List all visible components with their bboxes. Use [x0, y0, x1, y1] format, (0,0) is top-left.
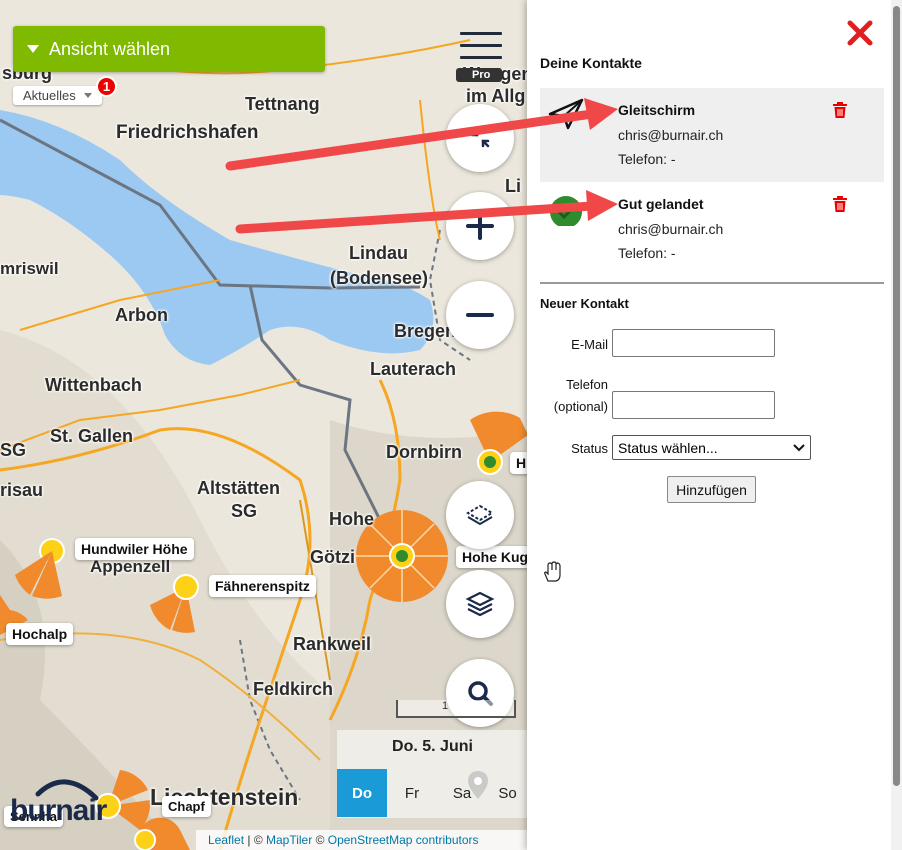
- spot-label[interactable]: H: [510, 452, 528, 474]
- osm-link[interactable]: OpenStreetMap contributors: [328, 833, 479, 847]
- spot-label[interactable]: Hundwiler Höhe: [75, 538, 194, 560]
- notification-badge: 1: [96, 76, 117, 97]
- terrain-layer-icon: [466, 504, 494, 526]
- location-pin-icon: [468, 771, 488, 799]
- place-label: SG: [231, 501, 258, 521]
- status-label: Status: [571, 441, 608, 456]
- contact-name: Gleitschirm: [618, 102, 696, 118]
- new-contact-title: Neuer Kontakt: [540, 296, 629, 311]
- landed-check-icon: [550, 196, 582, 226]
- layers-button[interactable]: [446, 570, 514, 638]
- phone-field[interactable]: [612, 391, 775, 419]
- caret-down-icon: [27, 45, 39, 53]
- minus-icon: [466, 313, 494, 317]
- scrollbar-thumb[interactable]: [893, 6, 900, 786]
- status-select-value: Status wählen...: [618, 439, 718, 456]
- spot-label[interactable]: Hohe Kug: [456, 546, 528, 568]
- zoom-out-button[interactable]: [446, 281, 514, 349]
- place-label: Friedrichshafen: [116, 122, 259, 143]
- place-label: Altstätten: [197, 478, 281, 498]
- email-label: E-Mail: [571, 337, 608, 352]
- caret-down-icon: [83, 93, 92, 98]
- place-label: mriswil: [0, 259, 59, 278]
- place-label: Appenzell: [90, 557, 171, 576]
- plus-icon: [466, 212, 494, 240]
- day-tab-thursday[interactable]: Do: [337, 769, 387, 817]
- place-label: Feldkirch: [253, 679, 334, 699]
- attribution-separator: | ©: [244, 833, 266, 847]
- burnair-logo: burnair: [10, 772, 130, 832]
- hand-cursor-icon: [544, 561, 561, 582]
- map-scale: 1: [396, 700, 516, 718]
- spot-label[interactable]: Chapf: [162, 796, 211, 817]
- collapse-arrows-icon: [470, 128, 490, 148]
- leaflet-link[interactable]: Leaflet: [208, 833, 244, 847]
- date-title: Do. 5. Juni: [392, 738, 473, 755]
- layer-3d-button[interactable]: [446, 481, 514, 549]
- time-select-label: Aktuelles: [23, 88, 76, 103]
- phone-label: Telefon: [566, 377, 608, 392]
- place-label: Wittenbach: [45, 375, 142, 395]
- contact-item[interactable]: Gleitschirm chris@burnair.ch Telefon: -: [540, 88, 884, 182]
- time-select[interactable]: Aktuelles: [13, 86, 102, 105]
- pro-badge: Pro: [456, 68, 503, 82]
- maptiler-link[interactable]: MapTiler: [266, 833, 312, 847]
- trash-icon[interactable]: [833, 196, 847, 212]
- attribution-separator: ©: [312, 833, 328, 847]
- phone-optional-label: (optional): [553, 399, 608, 414]
- divider: [540, 282, 884, 284]
- fullscreen-button[interactable]: [446, 104, 514, 172]
- contact-item[interactable]: Gut gelandet chris@burnair.ch Telefon: -: [540, 182, 884, 276]
- layers-icon: [465, 591, 495, 617]
- panel-title: Deine Kontakte: [540, 55, 642, 71]
- view-select-button[interactable]: Ansicht wählen: [13, 26, 325, 72]
- place-label: (Bodensee): [330, 268, 429, 288]
- add-contact-button[interactable]: Hinzufügen: [667, 476, 756, 503]
- place-label: Tettnang: [245, 94, 320, 114]
- place-label: Götzi: [310, 547, 355, 567]
- trash-icon[interactable]: [833, 102, 847, 118]
- day-tab-friday[interactable]: Fr: [387, 769, 437, 817]
- contact-phone: Telefon: -: [618, 245, 676, 261]
- status-select[interactable]: Status wählen...: [612, 435, 811, 460]
- contact-phone: Telefon: -: [618, 151, 676, 167]
- paper-plane-icon: [548, 98, 584, 130]
- zoom-in-button[interactable]: [446, 192, 514, 260]
- place-label: St. Gallen: [50, 426, 134, 446]
- place-label: Arbon: [115, 305, 168, 325]
- menu-icon[interactable]: [460, 32, 502, 62]
- close-icon[interactable]: [845, 18, 875, 48]
- contact-email: chris@burnair.ch: [618, 127, 724, 143]
- email-field[interactable]: [612, 329, 775, 357]
- view-select-label: Ansicht wählen: [49, 38, 171, 59]
- place-label: Lauterach: [370, 359, 457, 379]
- chevron-down-icon: [793, 443, 805, 451]
- spot-label[interactable]: Hochalp: [6, 623, 74, 645]
- map[interactable]: sburg Wangen im Allg Tettnang Friedrichs…: [0, 0, 528, 850]
- scrollbar[interactable]: [891, 0, 902, 850]
- contacts-panel: Deine Kontakte Gleitschirm chris@burnair…: [527, 0, 902, 850]
- contact-email: chris@burnair.ch: [618, 221, 724, 237]
- place-label: Rankweil: [293, 634, 372, 654]
- place-label: Lindau: [349, 243, 408, 263]
- place-label: SG: [0, 440, 27, 460]
- map-attribution: Leaflet | © MapTiler © OpenStreetMap con…: [196, 830, 528, 850]
- place-label: Hohe: [329, 509, 374, 529]
- svg-text:burnair: burnair: [10, 794, 108, 827]
- day-tab-sunday[interactable]: So: [487, 769, 528, 817]
- date-selector: Do. 5. Juni Do Fr Sa So: [337, 730, 528, 818]
- place-label: risau: [0, 480, 44, 500]
- contact-name: Gut gelandet: [618, 196, 704, 212]
- place-label: Li: [505, 176, 521, 196]
- place-label: Dornbirn: [386, 442, 462, 462]
- spot-label[interactable]: Fähnerenspitz: [209, 575, 316, 597]
